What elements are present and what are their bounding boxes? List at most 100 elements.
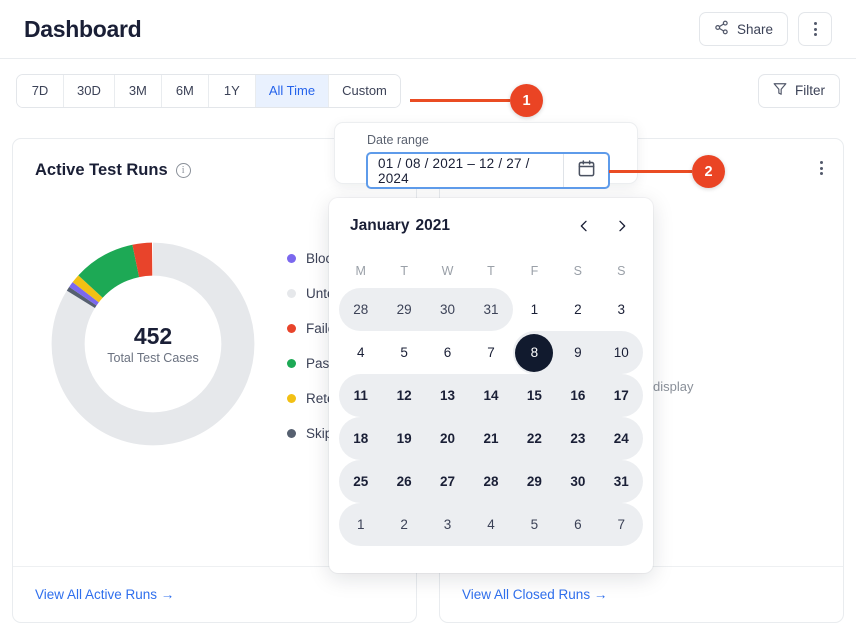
- calendar-day-cell[interactable]: 5: [512, 503, 557, 546]
- calendar-day-cell[interactable]: 29: [382, 288, 426, 331]
- calendar-week-row: 1234567: [339, 503, 643, 546]
- calendar-month-year: January 2021: [350, 217, 450, 235]
- calendar-toggle-button[interactable]: [564, 154, 608, 187]
- calendar-day-cell[interactable]: 27: [425, 460, 470, 503]
- calendar-day-cell[interactable]: 7: [599, 503, 643, 546]
- kebab-menu-icon: [813, 22, 817, 36]
- calendar-day-cell[interactable]: 6: [426, 331, 469, 374]
- calendar-day-cell[interactable]: 13: [425, 374, 470, 417]
- date-range-value[interactable]: 01 / 08 / 2021 – 12 / 27 / 2024: [368, 154, 564, 187]
- view-all-closed-runs-link[interactable]: View All Closed Runs →: [462, 587, 607, 602]
- calendar-day-cell[interactable]: 31: [599, 460, 643, 503]
- dow-wed: W: [441, 264, 454, 278]
- calendar-day-cell[interactable]: 9: [556, 331, 600, 374]
- callout-bubble-2: 2: [692, 155, 725, 188]
- calendar-day-cell[interactable]: 11: [339, 374, 383, 417]
- calendar-week-row: 18 19 20 21 22 23 24: [339, 417, 643, 460]
- calendar-day-cell[interactable]: 2: [382, 503, 426, 546]
- calendar-day-cell[interactable]: 31: [469, 288, 513, 331]
- calendar-day-cell[interactable]: 3: [600, 288, 643, 331]
- calendar-day-cell[interactable]: 10: [599, 331, 643, 374]
- calendar-day-cell[interactable]: 1: [339, 503, 383, 546]
- active-card-title-group: Active Test Runs i: [35, 161, 191, 180]
- closed-card-footer: View All Closed Runs →: [440, 566, 843, 622]
- range-button-30d[interactable]: 30D: [64, 74, 115, 107]
- calendar-day-cell[interactable]: 16: [556, 374, 600, 417]
- share-icon: [714, 20, 729, 38]
- range-button-7d[interactable]: 7D: [17, 74, 64, 107]
- calendar-icon: [577, 159, 596, 183]
- legend-dot-failed: [287, 324, 296, 333]
- range-button-1y[interactable]: 1Y: [208, 74, 256, 107]
- calendar-day-cell[interactable]: 25: [339, 460, 383, 503]
- calendar-day-cell[interactable]: 18: [339, 417, 383, 460]
- active-card-title: Active Test Runs: [35, 161, 168, 179]
- calendar-day-cell[interactable]: 21: [469, 417, 513, 460]
- dow-sat: S: [573, 264, 583, 278]
- legend-dot-untested: [287, 289, 296, 298]
- range-button-6m[interactable]: 6M: [161, 74, 209, 107]
- calendar-day-cell[interactable]: 15: [512, 374, 557, 417]
- range-button-custom[interactable]: Custom: [329, 74, 400, 107]
- dow-mon: M: [355, 264, 366, 278]
- header-actions: Share: [698, 12, 832, 46]
- dow-thu: T: [487, 264, 495, 278]
- page-header: Dashboard Share: [0, 0, 856, 59]
- calendar-day-cell[interactable]: 2: [556, 288, 599, 331]
- calendar-day-cell[interactable]: 6: [556, 503, 600, 546]
- calendar-week-row: 11 12 13 14 15 16 17: [339, 374, 643, 417]
- calendar-dow-row: M T W T F S S: [339, 254, 643, 288]
- calendar-grid: M T W T F S S 28 29 30 31 1 2 3 4 5 6 7 8 9 10 11 12 13 1…: [329, 254, 653, 546]
- calendar-day-cell[interactable]: 5: [382, 331, 425, 374]
- calendar-day-cell[interactable]: 29: [512, 460, 557, 503]
- calendar-day-cell[interactable]: 14: [469, 374, 513, 417]
- calendar-day-cell[interactable]: 20: [425, 417, 470, 460]
- callout-marker-2: 2: [609, 155, 725, 188]
- calendar-day-cell[interactable]: 12: [382, 374, 426, 417]
- info-icon[interactable]: i: [175, 163, 191, 178]
- filter-button[interactable]: Filter: [758, 73, 840, 108]
- chevron-left-icon[interactable]: [575, 217, 593, 235]
- dow-sun: S: [617, 264, 626, 278]
- range-button-all-time[interactable]: All Time: [255, 74, 330, 107]
- legend-dot-skipped: [287, 429, 296, 438]
- calendar-day-cell[interactable]: 23: [556, 417, 600, 460]
- calendar-day-cell[interactable]: 17: [599, 374, 643, 417]
- callout-bubble-1: 1: [510, 84, 543, 117]
- active-card-footer: View All Active Runs →: [13, 566, 416, 622]
- calendar-header: January 2021: [329, 198, 653, 254]
- calendar-selected-day: 8: [515, 333, 554, 372]
- range-button-3m[interactable]: 3M: [114, 74, 162, 107]
- time-range-segmented-control: 7D 30D 3M 6M 1Y All Time Custom: [16, 73, 401, 108]
- calendar-day-cell[interactable]: 22: [512, 417, 557, 460]
- calendar-day-cell[interactable]: 26: [382, 460, 426, 503]
- calendar-day-cell[interactable]: 4: [469, 503, 513, 546]
- calendar-day-cell[interactable]: 24: [599, 417, 643, 460]
- calendar-month-label: January: [350, 217, 410, 234]
- calendar-day-cell[interactable]: 28: [469, 460, 513, 503]
- share-button-label: Share: [736, 21, 773, 37]
- calendar-day-cell[interactable]: 30: [556, 460, 600, 503]
- calendar-year-label: 2021: [415, 217, 450, 234]
- calendar-day-cell[interactable]: 7: [469, 331, 512, 374]
- calendar-day-cell[interactable]: 1: [513, 288, 556, 331]
- share-button[interactable]: Share: [698, 12, 788, 46]
- calendar-day-cell[interactable]: 8: [512, 331, 557, 374]
- callout-line-1: [410, 99, 510, 102]
- calendar-day-cell[interactable]: 19: [382, 417, 426, 460]
- calendar-week-row: 28 29 30 31 1 2 3: [339, 288, 643, 331]
- view-all-active-runs-link[interactable]: View All Active Runs →: [35, 587, 174, 602]
- date-range-label: Date range: [367, 133, 429, 147]
- calendar-day-cell[interactable]: 28: [339, 288, 383, 331]
- date-range-input[interactable]: 01 / 08 / 2021 – 12 / 27 / 2024: [366, 152, 610, 189]
- closed-card-more-icon[interactable]: [820, 161, 823, 175]
- donut-chart: 452 Total Test Cases: [41, 232, 265, 456]
- calendar-day-cell[interactable]: 30: [425, 288, 470, 331]
- legend-dot-retest: [287, 394, 296, 403]
- chevron-right-icon[interactable]: [613, 217, 631, 235]
- dow-tue: T: [400, 264, 408, 278]
- header-more-button[interactable]: [798, 12, 832, 46]
- calendar-day-cell[interactable]: 3: [425, 503, 470, 546]
- calendar-day-cell[interactable]: 4: [339, 331, 382, 374]
- callout-marker-1: 1: [410, 84, 543, 117]
